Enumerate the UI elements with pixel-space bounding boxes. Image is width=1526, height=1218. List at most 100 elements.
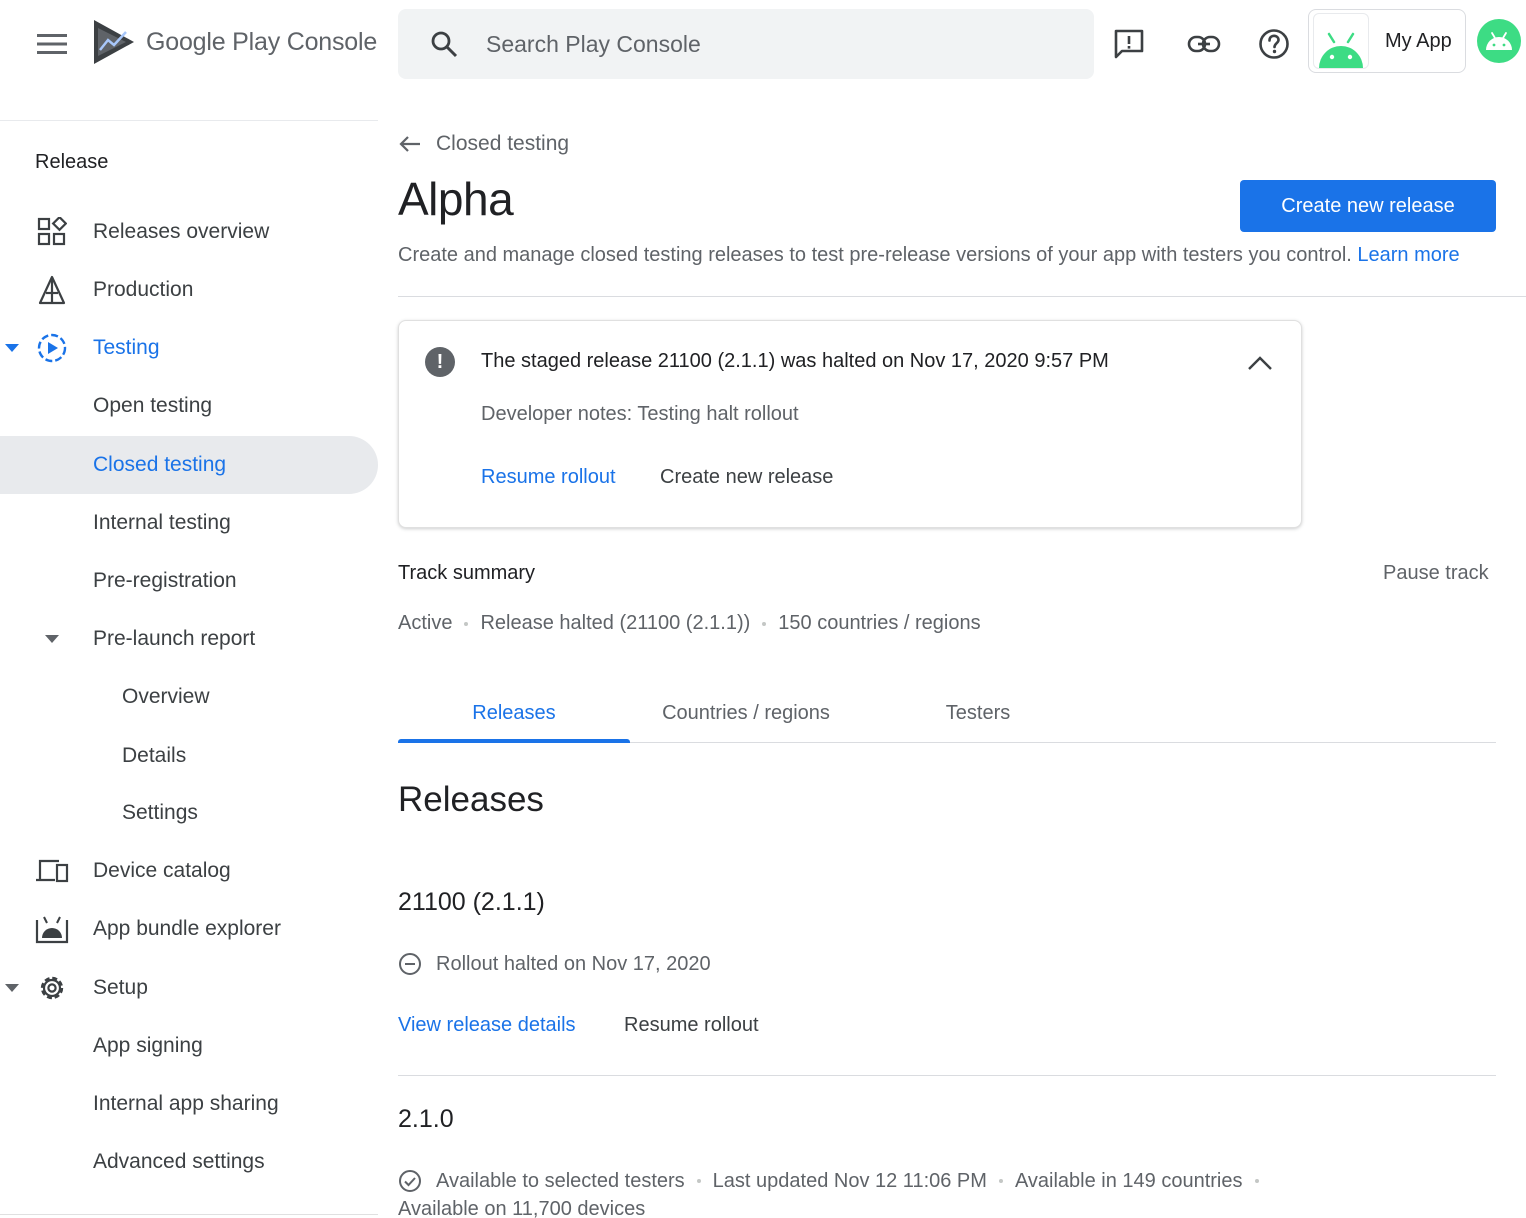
- release-devices: Available on 11,700 devices: [398, 1198, 645, 1218]
- release-divider: [398, 1075, 1496, 1076]
- sidebar-item-open-testing[interactable]: Open testing: [0, 377, 378, 435]
- collapse-button[interactable]: [1244, 347, 1276, 379]
- alert-title: The staged release 21100 (2.1.1) was hal…: [481, 350, 1109, 372]
- app-selector[interactable]: My App: [1308, 9, 1466, 73]
- account-avatar[interactable]: [1477, 19, 1521, 63]
- app-bundle-icon: [34, 911, 70, 947]
- sidebar-item-device-catalog[interactable]: Device catalog: [0, 842, 378, 900]
- hamburger-icon: [37, 34, 67, 54]
- arrow-back-icon: [399, 136, 420, 152]
- devices-icon: [34, 853, 70, 889]
- create-new-release-button[interactable]: Create new release: [1240, 180, 1496, 232]
- sidebar-item-label: Advanced settings: [93, 1150, 265, 1173]
- header-divider: [398, 296, 1526, 297]
- release-name: 2.1.0: [398, 1105, 454, 1133]
- release-last-updated: Last updated Nov 12 11:06 PM: [712, 1169, 987, 1192]
- play-console-logo-icon: [94, 20, 134, 64]
- release-devices-text: Available on 11,700 devices: [398, 1198, 646, 1218]
- tab-countries-regions[interactable]: Countries / regions: [630, 683, 862, 743]
- alert-create-release-link[interactable]: Create new release: [660, 466, 833, 489]
- learn-more-link[interactable]: Learn more: [1357, 244, 1459, 266]
- separator-dot: [1254, 1179, 1259, 1183]
- sidebar-item-label: Releases overview: [93, 220, 270, 243]
- sidebar-item-advanced-settings[interactable]: Advanced settings: [0, 1133, 378, 1191]
- sidebar-item-setup[interactable]: Setup: [0, 959, 378, 1017]
- top-bar: Google Play Console Search Play Console …: [0, 0, 1526, 88]
- feedback-icon: [1114, 29, 1144, 59]
- back-link[interactable]: Closed testing: [398, 132, 569, 156]
- caret-down-icon: [2, 338, 22, 358]
- sidebar-divider: [0, 1214, 378, 1215]
- sidebar-item-label: Internal app sharing: [93, 1092, 279, 1115]
- sidebar-item-label: Pre-launch report: [93, 627, 256, 650]
- tab-releases[interactable]: Releases: [398, 683, 630, 743]
- track-summary-meta: Active Release halted (21100 (2.1.1)) 15…: [398, 612, 981, 635]
- sidebar-item-label: Open testing: [93, 394, 213, 417]
- view-release-details-link[interactable]: View release details: [398, 1014, 576, 1037]
- link-button[interactable]: [1182, 22, 1226, 66]
- sidebar-item-details[interactable]: Details: [0, 727, 378, 785]
- testing-icon: [34, 330, 70, 366]
- track-status: Active: [398, 612, 453, 634]
- search-input[interactable]: [486, 30, 1046, 58]
- main-content: Closed testing Alpha Create new release …: [398, 88, 1526, 1218]
- sidebar-item-pre-launch-report[interactable]: Pre-launch report: [0, 610, 378, 668]
- caret-down-icon: [2, 978, 22, 998]
- play-console-logo[interactable]: Google Play Console: [92, 18, 377, 66]
- sidebar-item-pre-registration[interactable]: Pre-registration: [0, 552, 378, 610]
- sidebar: Release Releases overview Production Tes…: [0, 120, 378, 1218]
- track-release-status: Release halted (21100 (2.1.1)): [480, 612, 751, 634]
- sidebar-item-testing[interactable]: Testing: [0, 319, 378, 377]
- sidebar-item-label: App bundle explorer: [93, 917, 281, 940]
- page-description: Create and manage closed testing release…: [398, 244, 1460, 267]
- sidebar-item-app-signing[interactable]: App signing: [0, 1017, 378, 1075]
- error-icon: !: [425, 347, 455, 377]
- release-status-text: Available to selected testers: [436, 1169, 685, 1192]
- app-name: My App: [1385, 29, 1452, 52]
- release-status-text: Rollout halted on Nov 17, 2020: [436, 952, 711, 975]
- sidebar-item-releases-overview[interactable]: Releases overview: [0, 203, 378, 261]
- sidebar-item-production[interactable]: Production: [0, 261, 378, 319]
- android-avatar-icon: [1486, 32, 1512, 50]
- sidebar-item-overview[interactable]: Overview: [0, 668, 378, 726]
- halted-release-alert: ! The staged release 21100 (2.1.1) was h…: [398, 320, 1302, 528]
- sidebar-item-internal-testing[interactable]: Internal testing: [0, 494, 378, 552]
- separator-dot: [762, 621, 767, 626]
- sidebar-item-label: Setup: [93, 976, 148, 999]
- menu-button[interactable]: [30, 26, 74, 62]
- release-status: Available to selected testers Last updat…: [398, 1169, 1271, 1193]
- sidebar-item-app-bundle-explorer[interactable]: App bundle explorer: [0, 900, 378, 958]
- sidebar-item-label: App signing: [93, 1034, 203, 1057]
- app-icon: [1313, 13, 1369, 69]
- pause-track-button[interactable]: Pause track: [1383, 562, 1489, 585]
- sidebar-item-label: Device catalog: [93, 859, 231, 882]
- sidebar-item-closed-testing[interactable]: Closed testing: [0, 436, 378, 494]
- active-tab-indicator: [398, 739, 630, 743]
- sidebar-item-internal-app-sharing[interactable]: Internal app sharing: [0, 1075, 378, 1133]
- developer-notes: Developer notes: Testing halt rollout: [481, 403, 799, 425]
- resume-rollout-link[interactable]: Resume rollout: [481, 466, 616, 489]
- tab-testers[interactable]: Testers: [862, 683, 1094, 743]
- chevron-up-icon: [1248, 356, 1272, 370]
- releases-section-title: Releases: [398, 780, 544, 819]
- search-bar[interactable]: [398, 9, 1094, 79]
- release-name: 21100 (2.1.1): [398, 888, 545, 916]
- separator-dot: [464, 621, 469, 626]
- feedback-button[interactable]: [1107, 22, 1151, 66]
- check-circle-icon: [398, 1169, 422, 1193]
- back-label: Closed testing: [436, 132, 570, 155]
- search-icon: [428, 28, 460, 60]
- release-status: Rollout halted on Nov 17, 2020: [398, 952, 711, 976]
- sidebar-item-label: Pre-registration: [93, 569, 237, 592]
- sidebar-item-settings[interactable]: Settings: [0, 784, 378, 842]
- track-countries: 150 countries / regions: [778, 612, 981, 634]
- track-summary-title: Track summary: [398, 562, 536, 584]
- gear-icon: [34, 970, 70, 1006]
- release-resume-rollout-link[interactable]: Resume rollout: [624, 1014, 759, 1037]
- help-button[interactable]: [1252, 22, 1296, 66]
- production-icon: [34, 272, 70, 308]
- help-icon: [1259, 29, 1289, 59]
- separator-dot: [696, 1179, 701, 1183]
- sidebar-item-label: Production: [93, 278, 194, 301]
- sidebar-item-label: Closed testing: [93, 453, 227, 476]
